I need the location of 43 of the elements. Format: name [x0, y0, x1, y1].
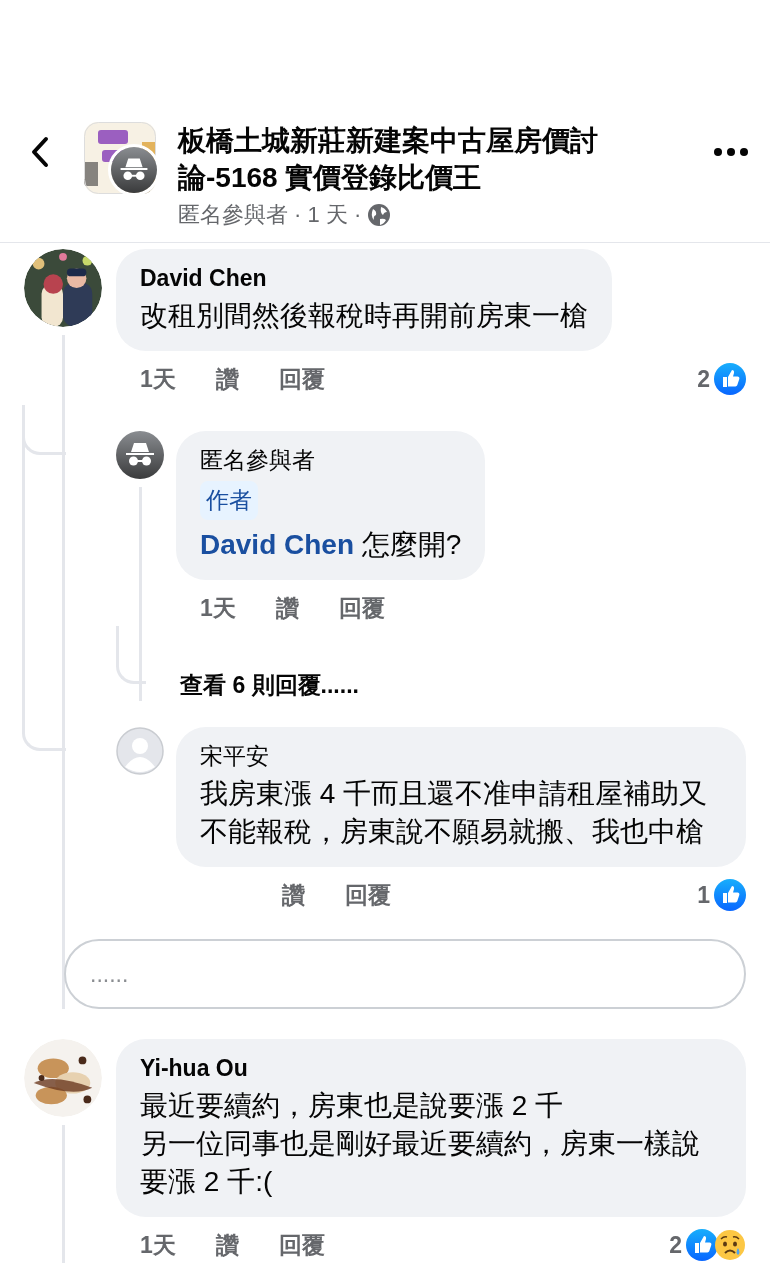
like-link[interactable]: 讚	[215, 1229, 239, 1261]
reply-link[interactable]: 回覆	[278, 1229, 325, 1261]
thread-connector	[22, 701, 66, 751]
comment-time: 1天	[200, 593, 236, 623]
like-link[interactable]: 讚	[215, 363, 239, 395]
like-link[interactable]: 讚	[282, 879, 305, 911]
view-replies-link[interactable]: 查看 6 則回覆......	[180, 670, 359, 701]
comment-time: 1天	[140, 364, 176, 394]
reaction-count: 1	[697, 881, 710, 909]
anonymous-avatar-icon	[111, 147, 157, 193]
comment-text: 我房東漲 4 千而且還不准申請租屋補助又不能報稅，房東說不願易就搬、我也中槍	[200, 777, 709, 849]
comment-time: 1天	[140, 1230, 176, 1260]
reaction-count: 2	[669, 1231, 682, 1259]
reaction-count: 2	[697, 365, 710, 393]
like-reaction-icon	[686, 1229, 718, 1261]
comment-author[interactable]: David Chen	[140, 263, 588, 293]
more-icon	[714, 148, 748, 156]
globe-icon	[367, 203, 392, 227]
reply-field[interactable]: ......	[64, 939, 746, 1009]
comment-text: 另一位同事也是剛好最近要續約，房東一樣說要漲 2 千:(	[140, 1127, 701, 1199]
group-title[interactable]: 板橋土城新莊新建案中古屋房價討論-5168 實價登錄比價王	[178, 122, 694, 196]
thread-connector	[116, 626, 146, 684]
comment-text: David Chen 怎麼開?	[200, 528, 462, 562]
reply-link[interactable]: 回覆	[345, 879, 391, 911]
more-button[interactable]	[714, 148, 748, 156]
sad-reaction-icon	[714, 1229, 746, 1261]
back-button[interactable]	[30, 136, 50, 168]
comment-text: 最近要續約，房東也是說要漲 2 千	[140, 1089, 565, 1123]
like-reaction-icon	[714, 363, 746, 395]
reply-link[interactable]: 回覆	[278, 363, 325, 395]
author-badge: 作者	[200, 481, 258, 520]
like-reaction-icon	[714, 879, 746, 911]
reply-link[interactable]: 回覆	[338, 592, 385, 624]
avatar-icon	[116, 727, 164, 775]
comment-author[interactable]: 宋平安	[200, 741, 722, 771]
comment-author[interactable]: Yi-hua Ou	[140, 1053, 722, 1083]
back-icon	[30, 136, 50, 168]
post-meta: 匿名參與者 · 1 天 ·	[178, 201, 362, 229]
anonymous-avatar-icon	[116, 431, 164, 479]
mention-link[interactable]: David Chen	[200, 529, 355, 560]
comment-text: 改租別間然後報稅時再開前房東一槍	[140, 299, 588, 333]
like-link[interactable]: 讚	[275, 592, 299, 624]
comment-author[interactable]: 匿名參與者	[200, 445, 462, 475]
